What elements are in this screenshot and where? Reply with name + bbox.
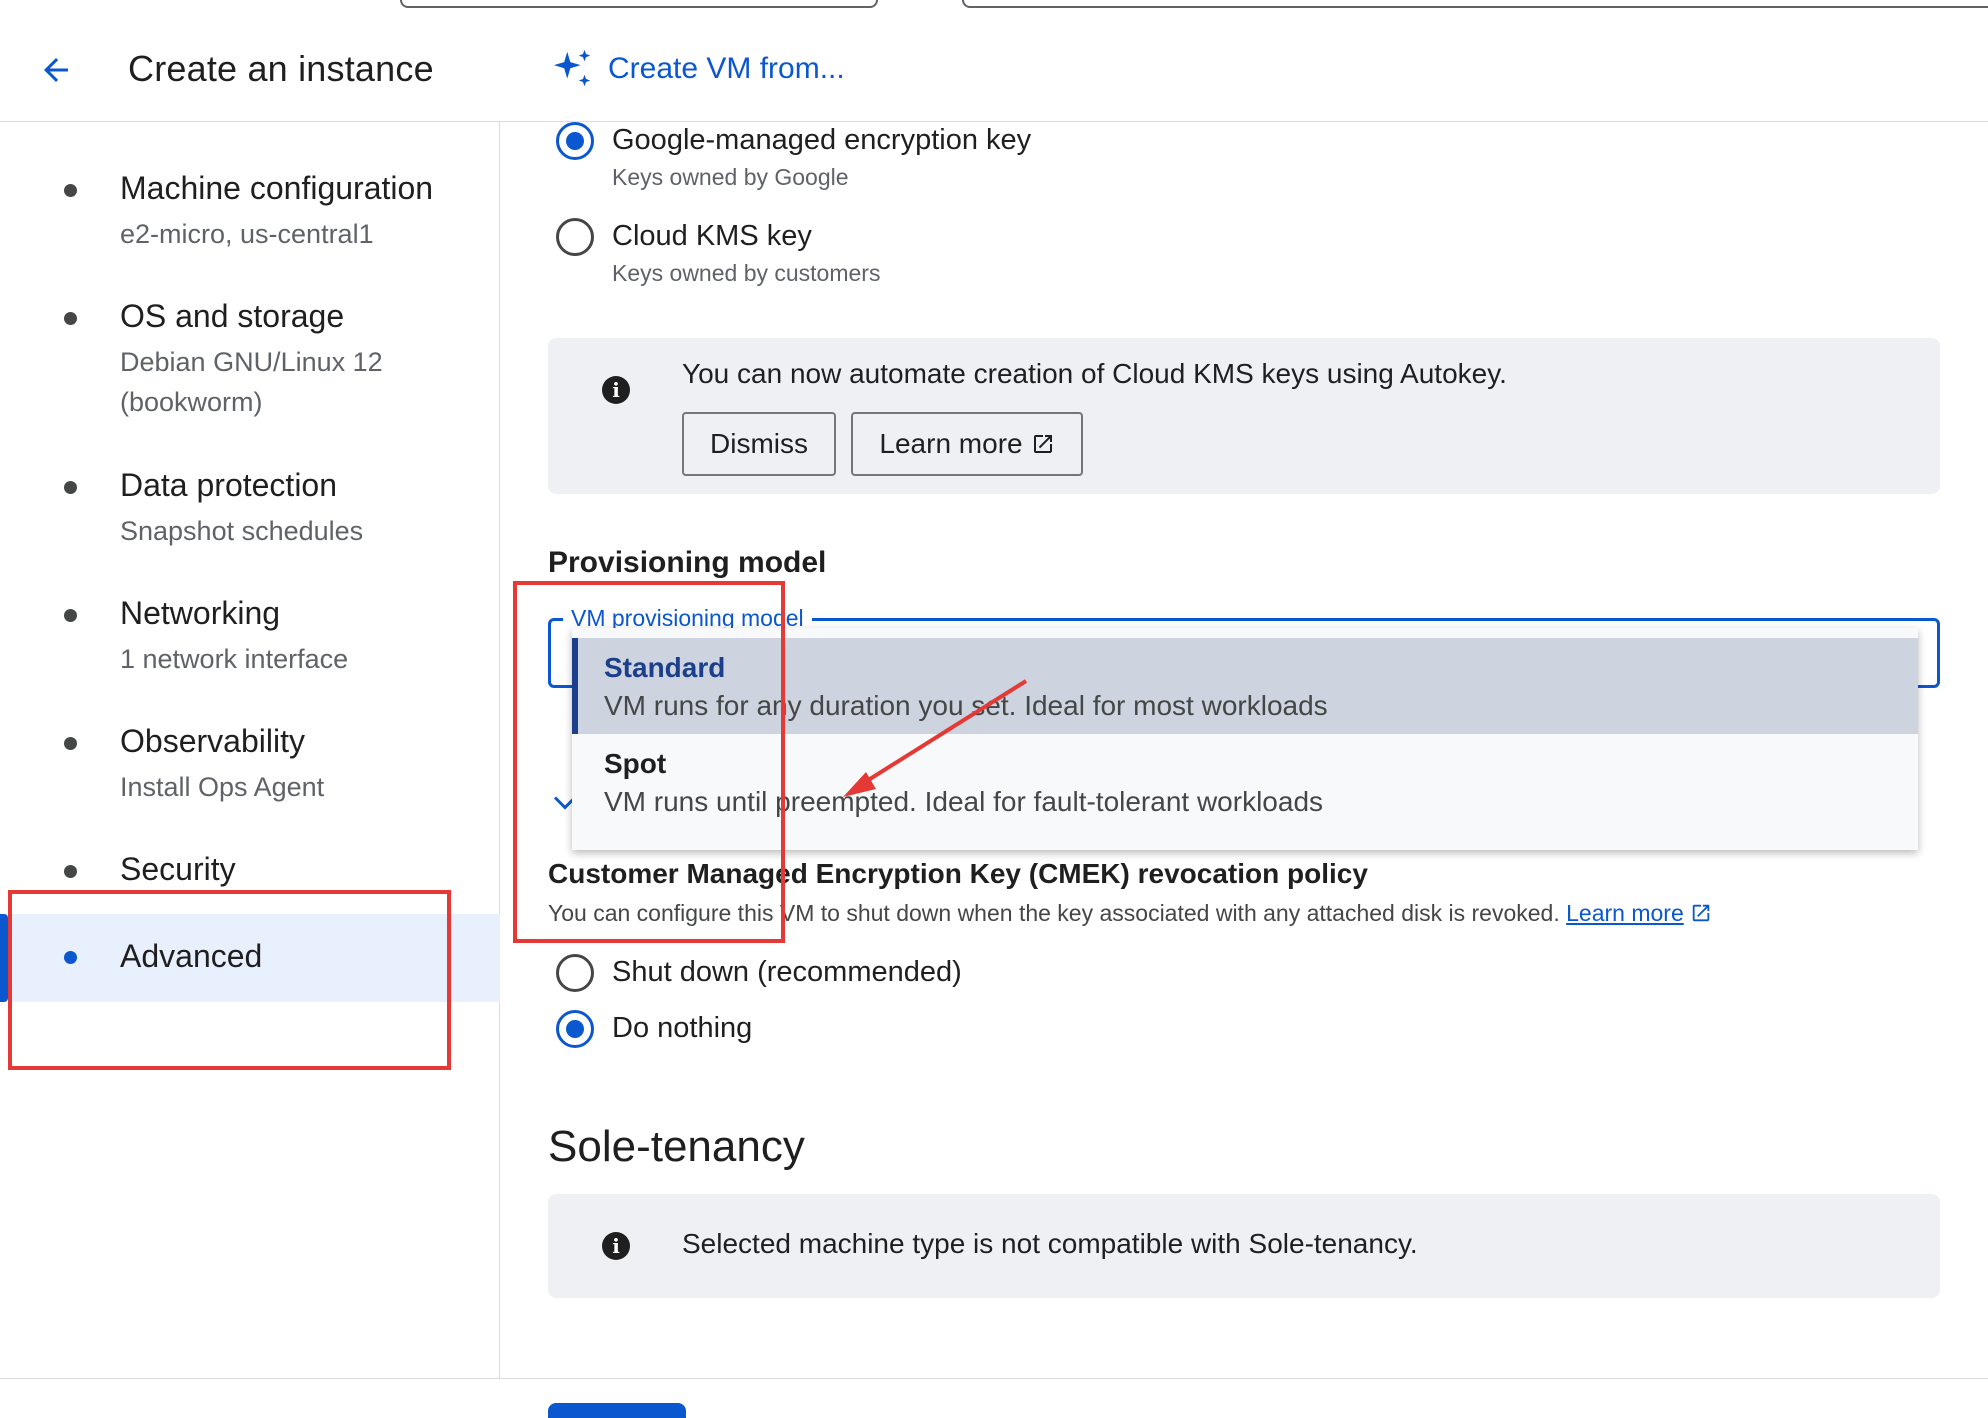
sidebar-item-observability[interactable]: Observability Install Ops Agent xyxy=(0,715,500,825)
cloud-kms-key-radio[interactable] xyxy=(556,218,594,256)
cloud-kms-key-sub: Keys owned by customers xyxy=(612,260,881,286)
cmek-policy-title: Customer Managed Encryption Key (CMEK) r… xyxy=(548,858,1368,889)
info-icon: i xyxy=(602,1232,630,1260)
cmek-policy-help-text: You can configure this VM to shut down w… xyxy=(548,900,1560,926)
sidebar-item-label: OS and storage xyxy=(120,298,345,334)
bullet-icon xyxy=(64,737,77,750)
sidebar-item-label: Data protection xyxy=(120,467,338,503)
sidebar-item-label: Networking xyxy=(120,595,281,631)
option-standard[interactable]: Standard VM runs for any duration you se… xyxy=(572,638,1918,734)
dismiss-label: Dismiss xyxy=(710,428,808,459)
cloud-kms-key-label: Cloud KMS key xyxy=(612,220,812,252)
create-vm-from-label: Create VM from... xyxy=(608,52,845,85)
autokey-notice: i You can now automate creation of Cloud… xyxy=(548,338,1940,494)
provisioning-dropdown-menu: Standard VM runs for any duration you se… xyxy=(572,628,1918,850)
shut-down-radio[interactable] xyxy=(556,954,594,992)
bullet-icon xyxy=(64,312,77,325)
do-nothing-label: Do nothing xyxy=(612,1012,753,1044)
option-standard-title: Standard xyxy=(604,652,726,683)
page-header: Create an instance Create VM from... xyxy=(0,22,1988,122)
sole-tenancy-notice-text: Selected machine type is not compatible … xyxy=(682,1228,1418,1259)
sidebar-item-sub: Debian GNU/Linux 12 xyxy=(120,347,383,377)
sidebar-item-sub: Snapshot schedules xyxy=(120,516,364,546)
sidebar-item-machine-configuration[interactable]: Machine configuration e2-micro, us-centr… xyxy=(0,162,500,272)
sole-tenancy-title: Sole-tenancy xyxy=(548,1122,805,1171)
bullet-icon xyxy=(64,951,77,964)
sidebar-item-label: Machine configuration xyxy=(120,170,434,206)
bullet-icon xyxy=(64,481,77,494)
option-spot[interactable]: Spot VM runs until preempted. Ideal for … xyxy=(572,734,1918,830)
bullet-icon xyxy=(64,865,77,878)
dismiss-button[interactable]: Dismiss xyxy=(682,412,836,476)
info-icon: i xyxy=(602,376,630,404)
sidebar-item-data-protection[interactable]: Data protection Snapshot schedules xyxy=(0,459,500,569)
autokey-notice-text: You can now automate creation of Cloud K… xyxy=(682,358,1507,389)
browser-tab-fragment xyxy=(400,0,878,8)
create-button[interactable] xyxy=(548,1403,686,1418)
shut-down-label: Shut down (recommended) xyxy=(612,956,962,988)
sidebar-item-sub: Install Ops Agent xyxy=(120,772,325,802)
google-managed-key-sub: Keys owned by Google xyxy=(612,164,849,190)
do-nothing-radio[interactable] xyxy=(556,1010,594,1048)
bullet-icon xyxy=(64,184,77,197)
sparkle-icon xyxy=(553,49,591,87)
bullet-icon xyxy=(64,609,77,622)
learn-more-label: Learn more xyxy=(879,428,1023,459)
sidebar-item-sub: 1 network interface xyxy=(120,644,349,674)
sidebar-item-label: Advanced xyxy=(120,938,263,974)
sidebar-item-networking[interactable]: Networking 1 network interface xyxy=(0,587,500,697)
learn-more-button[interactable]: Learn more xyxy=(851,412,1083,476)
sidebar-item-label: Security xyxy=(120,851,236,887)
sidebar-item-sub: e2-micro, us-central1 xyxy=(120,219,374,249)
bottom-action-bar xyxy=(0,1378,1988,1418)
sidebar-item-sub: (bookworm) xyxy=(120,387,263,417)
sidebar-item-os-storage[interactable]: OS and storage Debian GNU/Linux 12 (book… xyxy=(0,290,500,440)
main-content: Google-managed encryption key Keys owned… xyxy=(548,122,1988,1378)
provisioning-model-title: Provisioning model xyxy=(548,546,827,579)
option-spot-desc: VM runs until preempted. Ideal for fault… xyxy=(604,786,1324,817)
sole-tenancy-notice: i Selected machine type is not compatibl… xyxy=(548,1194,1940,1298)
arrow-left-icon xyxy=(44,58,68,82)
sidebar-item-label: Observability xyxy=(120,723,305,759)
browser-address-fragment xyxy=(962,0,1988,8)
page-title: Create an instance xyxy=(128,48,434,89)
active-indicator xyxy=(0,914,8,1002)
back-button[interactable] xyxy=(34,48,78,92)
open-in-new-icon xyxy=(1692,904,1710,922)
option-standard-desc: VM runs for any duration you set. Ideal … xyxy=(604,690,1328,721)
cmek-learn-more-link[interactable]: Learn more xyxy=(1566,900,1684,926)
create-vm-from-button[interactable]: Create VM from... xyxy=(550,46,845,92)
google-managed-key-radio[interactable] xyxy=(556,122,594,160)
google-managed-key-label: Google-managed encryption key xyxy=(612,124,1032,156)
option-spot-title: Spot xyxy=(604,748,667,779)
sidebar-item-advanced[interactable]: Advanced xyxy=(0,914,500,1002)
cmek-policy-help: You can configure this VM to shut down w… xyxy=(548,900,1712,927)
sidebar-item-security[interactable]: Security xyxy=(0,843,500,913)
sidebar: Machine configuration e2-micro, us-centr… xyxy=(0,122,500,1378)
open-in-new-icon xyxy=(1033,435,1052,453)
